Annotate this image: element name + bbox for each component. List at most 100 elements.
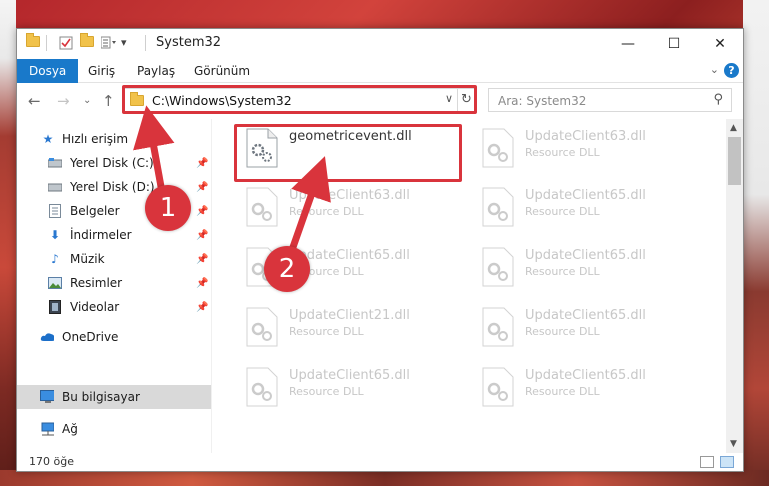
- pin-icon[interactable]: 📌: [196, 206, 208, 217]
- pin-icon[interactable]: 📌: [196, 230, 208, 241]
- address-bar[interactable]: C:\Windows\System32 ∨ ↻: [124, 88, 476, 112]
- address-path[interactable]: C:\Windows\System32: [152, 93, 292, 108]
- new-folder-icon[interactable]: [80, 33, 94, 50]
- tab-home[interactable]: Giriş: [88, 59, 115, 83]
- file-type: Resource DLL: [525, 385, 600, 398]
- file-type: Resource DLL: [289, 385, 364, 398]
- file-item-updateclient[interactable]: UpdateClient65.dll Resource DLL: [472, 243, 696, 299]
- file-name: UpdateClient63.dll: [525, 129, 646, 144]
- file-name: UpdateClient65.dll: [525, 368, 646, 383]
- file-item-updateclient[interactable]: UpdateClient65.dll Resource DLL: [236, 363, 460, 419]
- sidebar-item-local-disk-c[interactable]: Yerel Disk (C:) 📌: [17, 151, 211, 175]
- up-icon[interactable]: ↑: [102, 92, 115, 110]
- documents-icon: [48, 204, 62, 218]
- desktop-background-left: [0, 0, 16, 486]
- tab-view[interactable]: Görünüm: [194, 59, 250, 83]
- sidebar-item-pictures[interactable]: Resimler 📌: [17, 271, 211, 295]
- ribbon-expand-icon[interactable]: ⌄: [710, 63, 719, 76]
- file-item-updateclient[interactable]: UpdateClient21.dll Resource DLL: [236, 303, 460, 359]
- pictures-icon: [48, 276, 62, 290]
- dll-file-icon: [482, 128, 514, 168]
- title-bar: ▾ System32 — ☐ ✕: [17, 29, 743, 59]
- sidebar-item-videos[interactable]: Videolar 📌: [17, 295, 211, 319]
- file-name: UpdateClient65.dll: [525, 308, 646, 323]
- file-name: UpdateClient65.dll: [525, 188, 646, 203]
- computer-icon: [40, 390, 54, 404]
- music-icon: ♪: [51, 252, 59, 266]
- tab-file[interactable]: Dosya: [17, 59, 79, 83]
- dll-file-icon: [246, 128, 278, 168]
- star-icon: ★: [42, 132, 54, 146]
- help-icon[interactable]: ?: [724, 63, 739, 78]
- close-button[interactable]: ✕: [697, 29, 743, 59]
- window-title: System32: [156, 35, 222, 50]
- sidebar-item-this-pc[interactable]: Bu bilgisayar: [17, 385, 211, 409]
- file-name: UpdateClient65.dll: [289, 368, 410, 383]
- file-name: UpdateClient65.dll: [525, 248, 646, 263]
- refresh-icon[interactable]: ↻: [457, 89, 475, 111]
- file-item-updateclient[interactable]: UpdateClient65.dll Resource DLL: [472, 183, 696, 239]
- cloud-icon: [40, 330, 54, 344]
- file-explorer-window: ▾ System32 — ☐ ✕ Dosya Giriş Paylaş Görü…: [16, 28, 744, 472]
- desktop-background-bottom: [0, 470, 769, 486]
- dll-file-icon: [482, 187, 514, 227]
- videos-icon: [48, 300, 62, 314]
- desktop-background-right: [743, 0, 769, 486]
- drive-icon: [48, 156, 62, 170]
- file-item-updateclient[interactable]: UpdateClient65.dll Resource DLL: [472, 363, 696, 419]
- dll-file-icon: [246, 367, 278, 407]
- pin-icon[interactable]: 📌: [196, 158, 208, 169]
- download-icon: ⬇: [49, 228, 61, 242]
- scroll-down-icon[interactable]: ▼: [730, 439, 737, 449]
- title-divider: [145, 35, 146, 51]
- file-name: UpdateClient21.dll: [289, 308, 410, 323]
- file-item-updateclient[interactable]: UpdateClient63.dll Resource DLL: [472, 124, 696, 180]
- file-item-updateclient[interactable]: UpdateClient65.dll Resource DLL: [472, 303, 696, 359]
- minimize-button[interactable]: —: [605, 29, 651, 59]
- pin-icon[interactable]: 📌: [196, 182, 208, 193]
- pin-icon[interactable]: 📌: [196, 302, 208, 313]
- dll-file-icon: [482, 247, 514, 287]
- recent-locations-icon[interactable]: ⌄: [83, 95, 91, 106]
- pin-icon[interactable]: 📌: [196, 254, 208, 265]
- file-type: Resource DLL: [289, 325, 364, 338]
- details-view-icon[interactable]: [700, 456, 714, 468]
- file-type: Resource DLL: [525, 205, 600, 218]
- customize-toolbar-icon[interactable]: [100, 36, 117, 50]
- dll-file-icon: [246, 187, 278, 227]
- sidebar-item-onedrive[interactable]: OneDrive: [17, 325, 211, 349]
- sidebar-item-network[interactable]: Ağ: [17, 417, 211, 441]
- sidebar-item-music[interactable]: ♪ Müzik 📌: [17, 247, 211, 271]
- tab-share[interactable]: Paylaş: [137, 59, 175, 83]
- dll-file-icon: [246, 307, 278, 347]
- back-icon[interactable]: ←: [28, 92, 41, 110]
- forward-icon[interactable]: →: [57, 92, 70, 110]
- qat-dropdown-icon[interactable]: ▾: [121, 36, 135, 50]
- file-item-geometricevent[interactable]: geometricevent.dll: [236, 124, 460, 180]
- file-item-updateclient[interactable]: UpdateClient63.dll Resource DLL: [236, 183, 460, 239]
- file-name: UpdateClient63.dll: [289, 188, 410, 203]
- file-type: Resource DLL: [525, 265, 600, 278]
- ribbon-tabs: Dosya Giriş Paylaş Görünüm ⌄ ?: [17, 59, 743, 83]
- scrollbar-thumb[interactable]: [728, 137, 741, 185]
- callout-badge-2: 2: [264, 246, 310, 292]
- file-name: geometricevent.dll: [289, 129, 412, 144]
- sidebar-item-quick-access[interactable]: ★ Hızlı erişim: [17, 127, 211, 151]
- file-type: Resource DLL: [525, 325, 600, 338]
- quick-access-divider: [46, 35, 47, 51]
- chevron-down-icon[interactable]: ∨: [445, 92, 453, 105]
- maximize-button[interactable]: ☐: [651, 29, 697, 59]
- search-input[interactable]: Ara: System32 ⚲: [488, 88, 732, 112]
- sidebar-item-downloads[interactable]: ⬇ İndirmeler 📌: [17, 223, 211, 247]
- dll-file-icon: [482, 367, 514, 407]
- file-type: Resource DLL: [289, 205, 364, 218]
- drive-icon: [48, 180, 62, 194]
- large-icons-view-icon[interactable]: [720, 456, 734, 468]
- pin-icon[interactable]: 📌: [196, 278, 208, 289]
- search-placeholder: Ara: System32: [498, 94, 587, 108]
- search-icon[interactable]: ⚲: [713, 92, 723, 107]
- scroll-up-icon[interactable]: ▲: [730, 123, 737, 133]
- vertical-scrollbar[interactable]: ▲ ▼: [726, 119, 743, 453]
- file-type: Resource DLL: [525, 146, 600, 159]
- properties-icon[interactable]: [59, 36, 73, 50]
